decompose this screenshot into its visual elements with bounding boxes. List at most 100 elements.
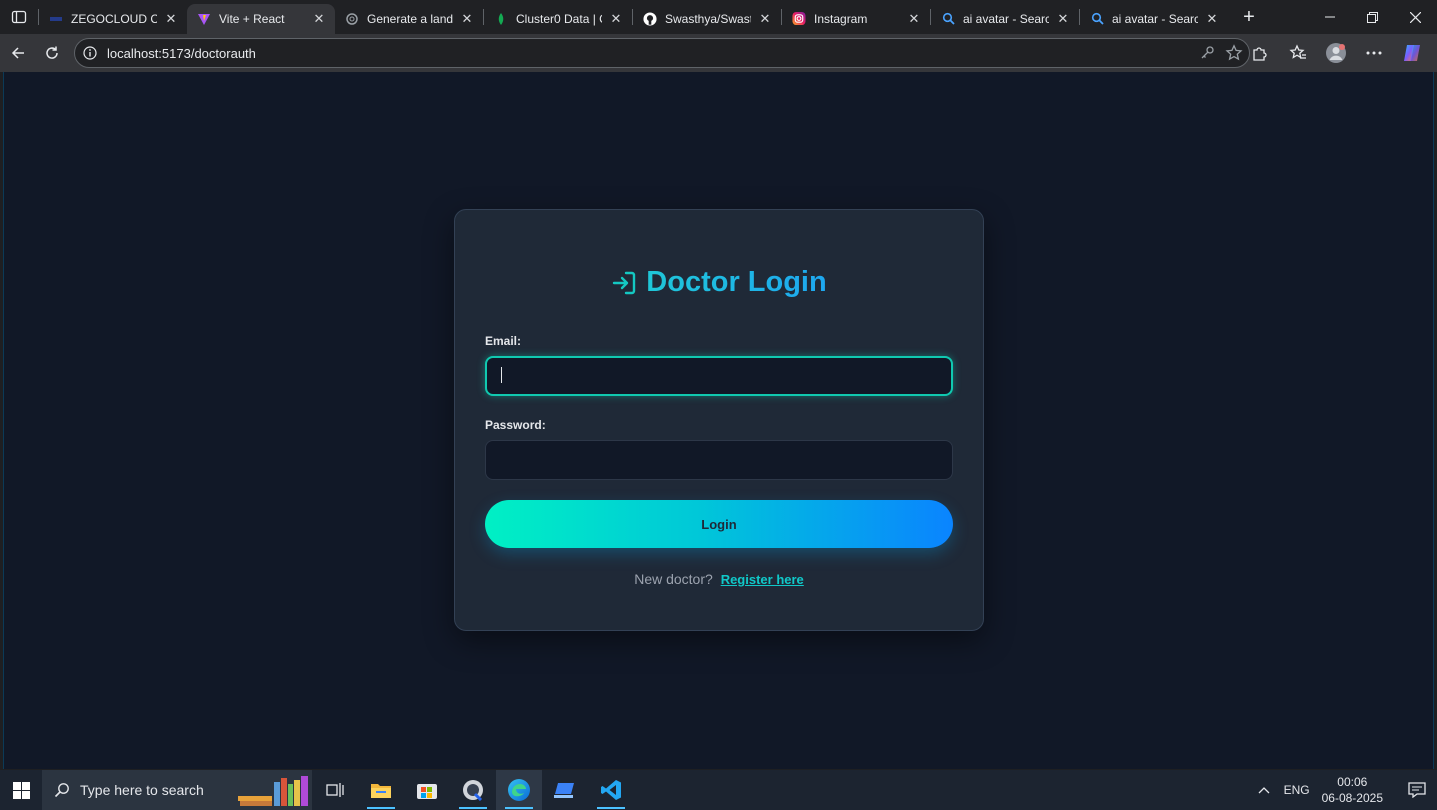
site-info-icon[interactable] [83,46,97,60]
favorites-button[interactable] [1281,36,1315,70]
email-field-wrapper [455,356,983,396]
register-link[interactable]: Register here [721,572,804,587]
puzzle-icon [1253,47,1267,61]
tab-cluster0[interactable]: Cluster0 Data | Clo ✕ [484,4,632,34]
zegocloud-icon [49,12,63,26]
tab-actions-button[interactable] [0,0,38,34]
close-tab-icon[interactable]: ✕ [163,11,179,27]
avatar [1326,43,1346,63]
register-prompt: New doctor? Register here [455,571,983,587]
copilot-icon [1404,45,1420,61]
tab-title: ai avatar - Search [963,11,1049,26]
close-tab-icon[interactable]: ✕ [906,11,922,27]
page-viewport: Doctor Login Email: Password: Login New … [3,72,1434,769]
login-button[interactable]: Login [485,500,953,548]
back-arrow-icon [11,47,24,59]
close-window-button[interactable] [1394,0,1437,34]
language-indicator[interactable]: ENG [1284,783,1310,797]
search-icon [1090,12,1104,26]
login-arrow-icon [611,270,637,296]
back-button[interactable] [1,36,35,70]
more-dots-icon [1366,51,1382,55]
clock[interactable]: 00:06 06-08-2025 [1322,774,1383,806]
edge-icon [508,779,530,801]
folder-icon [371,784,391,798]
new-tab-button[interactable]: + [1234,2,1264,32]
tab-ai-avatar-search-1[interactable]: ai avatar - Search ✕ [931,4,1079,34]
tab-title: Generate a landing [367,11,453,26]
file-explorer-button[interactable] [358,770,404,810]
task-view-icon [326,783,344,797]
window-controls [1308,0,1437,34]
copilot-button[interactable] [1395,36,1429,70]
restore-icon [1367,11,1378,23]
task-view-button[interactable] [312,770,358,810]
clock-date: 06-08-2025 [1321,791,1383,805]
tab-title: ai avatar - Search [1112,11,1198,26]
password-field[interactable] [485,440,953,480]
minimize-button[interactable] [1308,0,1351,34]
notifications-button[interactable] [1397,770,1437,810]
tab-title: ZEGOCLOUD Cons [71,11,157,26]
settings-more-button[interactable] [1357,36,1391,70]
show-hidden-icons-button[interactable] [1258,783,1270,797]
taskbar-search-box[interactable]: Type here to search [42,770,312,810]
close-tab-icon[interactable]: ✕ [311,11,327,27]
email-label: Email: [485,334,522,348]
extensions-button[interactable] [1243,36,1277,70]
tab-strip: ZEGOCLOUD Cons ✕ Vite + React ✕ Generate… [0,0,1437,34]
login-card: Doctor Login Email: Password: Login New … [454,209,984,631]
tab-generate-landing[interactable]: Generate a landing ✕ [335,4,483,34]
vscode-button[interactable] [588,770,634,810]
password-label: Password: [485,418,546,432]
profile-button[interactable] [1319,36,1353,70]
tab-instagram[interactable]: Instagram ✕ [782,4,930,34]
login-heading: Doctor Login [455,266,983,299]
tab-actions-icon [11,10,27,24]
tab-swasthya-github[interactable]: Swasthya/Swasthy ✕ [633,4,781,34]
search-icon [941,12,955,26]
vite-icon [197,12,211,26]
laptop-app-button[interactable] [542,770,588,810]
refresh-icon [46,46,58,59]
search-icon [54,783,69,798]
address-bar-actions [1199,39,1243,67]
favorites-icon [1289,44,1306,59]
address-bar[interactable]: localhost:5173/doctorauth [74,38,1250,68]
restore-button[interactable] [1351,0,1394,34]
close-icon [1410,11,1421,23]
refresh-button[interactable] [35,36,69,70]
github-icon [643,11,657,26]
windows-logo-icon [12,781,30,799]
email-field[interactable] [485,356,953,396]
tab-vite-react[interactable]: Vite + React ✕ [187,3,335,34]
laptop-icon [554,783,574,798]
favorite-star-icon[interactable] [1225,44,1243,62]
plus-icon: + [1243,5,1255,28]
mongodb-icon [494,12,508,26]
close-tab-icon[interactable]: ✕ [757,11,773,27]
key-icon[interactable] [1199,45,1215,61]
vscode-icon [601,780,621,800]
books-highlight-icon [238,776,310,806]
xbox-app-button[interactable] [450,770,496,810]
tab-title: Vite + React [219,11,285,26]
edge-browser-button[interactable] [496,770,542,810]
tab-ai-avatar-search-2[interactable]: ai avatar - Search ✕ [1080,4,1228,34]
close-tab-icon[interactable]: ✕ [1055,11,1071,27]
clock-time: 00:06 [1337,775,1368,789]
close-tab-icon[interactable]: ✕ [608,11,624,27]
tab-zegocloud[interactable]: ZEGOCLOUD Cons ✕ [39,4,187,34]
close-tab-icon[interactable]: ✕ [459,11,475,27]
start-button[interactable] [0,770,42,810]
page-title: Doctor Login [646,266,827,298]
browser-toolbar: localhost:5173/doctorauth [0,34,1437,72]
notification-icon [1408,782,1426,798]
search-placeholder: Type here to search [80,782,204,798]
app-icon [463,780,483,801]
chevron-up-icon [1258,787,1270,794]
store-icon [417,784,437,799]
system-tray: ENG 00:06 06-08-2025 [1258,770,1437,810]
close-tab-icon[interactable]: ✕ [1204,11,1220,27]
microsoft-store-button[interactable] [404,770,450,810]
